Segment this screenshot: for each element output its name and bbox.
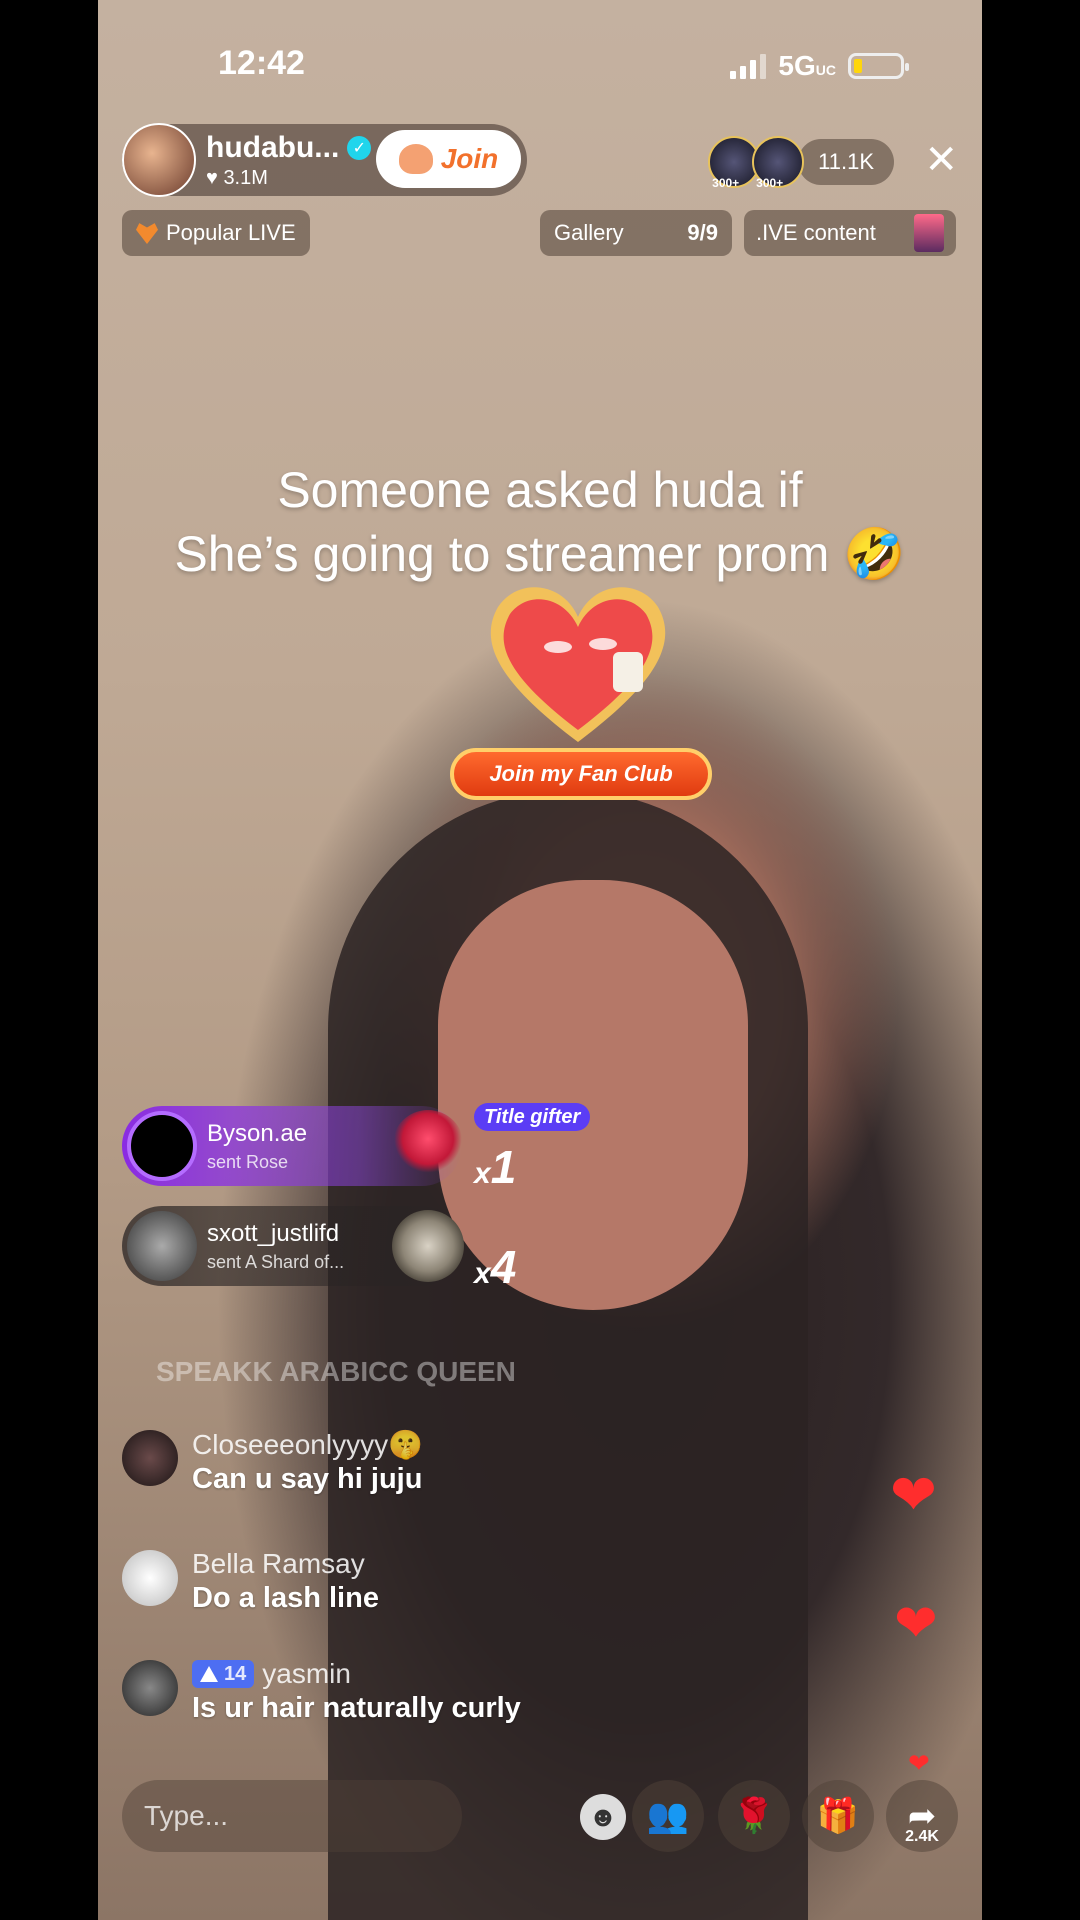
rose-icon[interactable]: 🌹: [718, 1780, 790, 1852]
gift-multiplier: x1: [474, 1141, 517, 1193]
gift-icon[interactable]: 🎁: [802, 1780, 874, 1852]
join-button[interactable]: Join: [376, 130, 521, 188]
multi-guest-icon[interactable]: 👥: [632, 1780, 704, 1852]
gift-description: sent A Shard of...: [207, 1251, 345, 1272]
commenter-name: Closeeeonlyyyy🤫: [192, 1429, 423, 1460]
gallery-label: Gallery: [554, 220, 624, 245]
live-stream-screen: 12:42 5GUC hudabu... ✓ ♥ 3.1M Join 300+ …: [98, 0, 982, 1920]
comment-item[interactable]: 14 yasmin Is ur hair naturally curly: [122, 1658, 521, 1725]
host-meta: hudabu... ✓ ♥ 3.1M: [206, 130, 372, 190]
popular-heart-icon: [136, 223, 158, 244]
heart-small-icon: ♥: [206, 166, 218, 189]
comment-item[interactable]: Bella Ramsay Do a lash line: [122, 1548, 379, 1615]
bottom-bar: Type... ☻ 👥 🌹 🎁 ➦ 2.4K: [122, 1780, 960, 1852]
viewer-avatar[interactable]: 300+: [752, 136, 805, 190]
commenter-avatar[interactable]: [122, 1660, 178, 1716]
faded-comment: SPEAKK ARABICC QUEEN: [156, 1356, 516, 1387]
stream-caption: Someone asked huda if She’s going to str…: [98, 458, 982, 586]
live-content-label: .IVE content: [756, 220, 876, 245]
commenter-avatar[interactable]: [122, 1430, 178, 1486]
live-content-pill[interactable]: .IVE content: [744, 210, 956, 256]
fan-club-heart-icon[interactable]: [478, 572, 678, 752]
level-badge: 14: [192, 1660, 255, 1688]
comment-body: Closeeeonlyyyy🤫 Can u say hi juju: [192, 1428, 423, 1496]
gift-banner[interactable]: sxott_justlifd sent A Shard of...: [122, 1206, 464, 1286]
shard-gift-icon: [392, 1210, 464, 1282]
host-name: hudabu...: [206, 130, 340, 164]
verified-icon: ✓: [347, 135, 372, 160]
gift-meta: sxott_justlifd sent A Shard of...: [207, 1220, 344, 1273]
host-likes: ♥ 3.1M: [206, 166, 268, 189]
join-fan-club-button[interactable]: Join my Fan Club: [450, 748, 712, 800]
gift-banner[interactable]: Byson.ae sent Rose: [122, 1106, 464, 1186]
host-name-row: hudabu... ✓: [206, 130, 372, 165]
gifter-name: sxott_justlifd: [207, 1219, 340, 1247]
status-time: 12:42: [218, 44, 305, 82]
host-info[interactable]: hudabu... ✓ ♥ 3.1M Join: [122, 123, 527, 197]
comment-body: Bella Ramsay Do a lash line: [192, 1548, 379, 1615]
gallery-count: 9/9: [687, 220, 718, 245]
comment-body: 14 yasmin Is ur hair naturally curly: [192, 1658, 521, 1725]
popular-live-label: Popular LIVE: [166, 220, 296, 245]
commenter-name: yasmin: [262, 1658, 351, 1689]
share-count: 2.4K: [905, 1828, 939, 1845]
signal-icon: [730, 53, 767, 79]
rose-gift-icon: [392, 1110, 464, 1182]
fan-heart-plus-icon: [398, 144, 433, 174]
top-viewers[interactable]: 300+ 300+ 11.1K: [708, 136, 894, 190]
gift-meta: Byson.ae sent Rose: [207, 1120, 307, 1173]
host-avatar[interactable]: [122, 123, 196, 197]
gifter-avatar[interactable]: [127, 1111, 197, 1181]
level-icon: [200, 1666, 218, 1682]
comment-text: Is ur hair naturally curly: [192, 1692, 521, 1724]
commenter-name: Bella Ramsay: [192, 1548, 365, 1579]
floating-heart-icon: ❤: [890, 1463, 937, 1526]
status-icons: 5GUC: [730, 50, 909, 82]
popular-live-pill[interactable]: Popular LIVE: [122, 210, 310, 256]
commenter-avatar[interactable]: [122, 1550, 178, 1606]
commenter-row: 14 yasmin: [192, 1658, 521, 1690]
comment-input[interactable]: Type...: [122, 1780, 462, 1852]
gift-description: sent Rose: [207, 1151, 289, 1172]
caption-line-1: Someone asked huda if: [277, 462, 803, 518]
gallery-pill[interactable]: Gallery 9/9: [540, 210, 732, 256]
comment-text: Can u say hi juju: [192, 1463, 423, 1495]
gifter-avatar[interactable]: [127, 1211, 197, 1281]
floating-heart-icon: ❤: [908, 1748, 930, 1778]
comment-item[interactable]: Closeeeonlyyyy🤫 Can u say hi juju: [122, 1428, 423, 1496]
close-icon[interactable]: ✕: [924, 140, 958, 180]
gifter-name: Byson.ae: [207, 1119, 308, 1147]
floating-heart-icon: ❤: [894, 1595, 938, 1653]
title-gifter-badge: Title gifter: [474, 1103, 591, 1131]
comment-text: Do a lash line: [192, 1582, 379, 1614]
battery-icon: [848, 53, 909, 79]
gift-multiplier: x4: [474, 1241, 517, 1293]
network-label: 5GUC: [778, 50, 836, 81]
live-content-thumbnail: [914, 214, 944, 252]
join-label: Join: [440, 143, 499, 174]
share-button[interactable]: ➦ 2.4K: [886, 1780, 958, 1852]
emoji-icon[interactable]: ☻: [580, 1794, 626, 1840]
viewer-count[interactable]: 11.1K: [798, 139, 894, 185]
